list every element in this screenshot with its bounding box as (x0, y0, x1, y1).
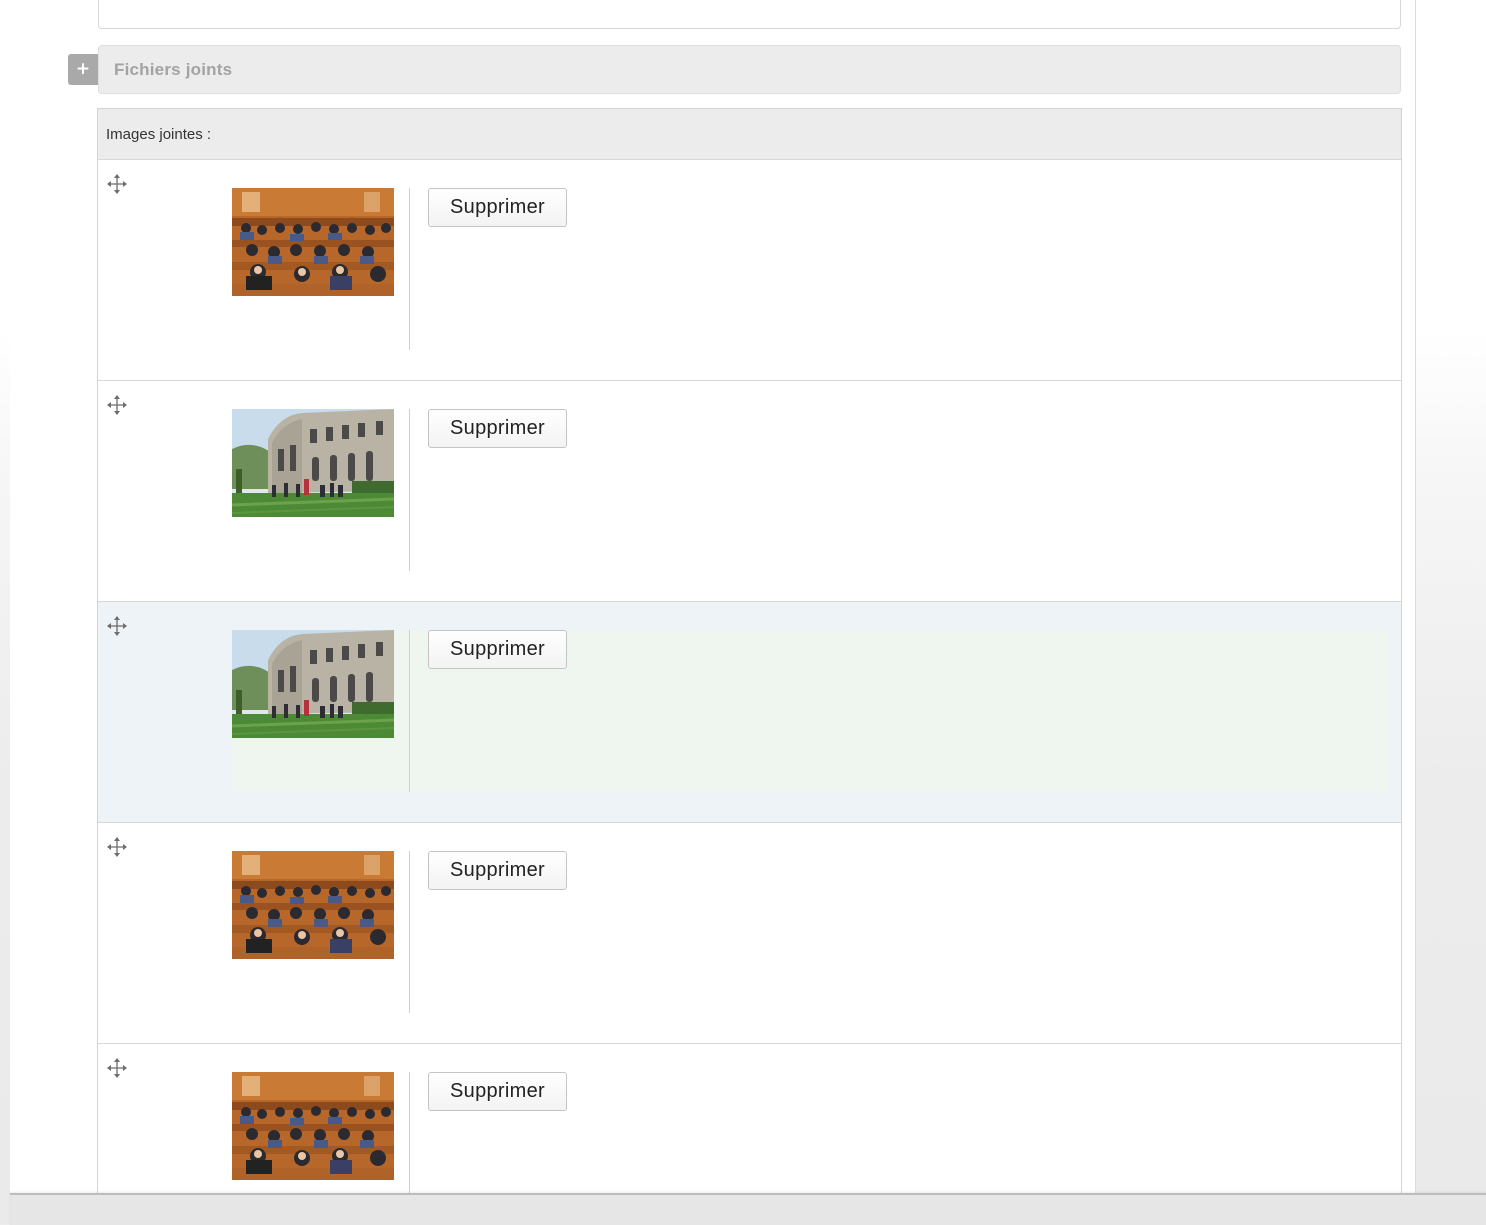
move-arrows-icon[interactable] (107, 616, 127, 636)
move-arrows-icon[interactable] (107, 837, 127, 857)
attached-image-row: Supprimer (98, 823, 1401, 1044)
attached-image-row: Supprimer (98, 160, 1401, 381)
attached-image-row: Supprimer (98, 602, 1401, 823)
column-divider (409, 851, 410, 1013)
lecture-hall-audience-photo[interactable] (232, 851, 394, 959)
attachments-fieldset-title[interactable]: Fichiers joints (114, 60, 232, 80)
delete-image-button[interactable]: Supprimer (428, 409, 567, 448)
move-arrows-icon[interactable] (107, 174, 127, 194)
column-divider (409, 188, 410, 350)
lecture-hall-audience-photo[interactable] (232, 188, 394, 296)
previous-fieldset-bottom (98, 0, 1401, 29)
row-drop-highlight (232, 631, 1390, 792)
attached-images-panel: Images jointes : Supprimer Supprimer Sup… (97, 108, 1402, 1225)
delete-image-button[interactable]: Supprimer (428, 188, 567, 227)
move-arrows-icon[interactable] (107, 395, 127, 415)
column-divider (409, 409, 410, 571)
delete-image-button[interactable]: Supprimer (428, 630, 567, 669)
building-exterior-lawn-photo[interactable] (232, 630, 394, 738)
delete-image-button[interactable]: Supprimer (428, 1072, 567, 1111)
lecture-hall-audience-photo[interactable] (232, 1072, 394, 1180)
delete-image-button[interactable]: Supprimer (428, 851, 567, 890)
expand-toggle-icon[interactable]: + (68, 54, 98, 85)
column-divider (409, 630, 410, 792)
building-exterior-lawn-photo[interactable] (232, 409, 394, 517)
bottom-toolbar (10, 1193, 1486, 1225)
move-arrows-icon[interactable] (107, 1058, 127, 1078)
attached-images-header: Images jointes : (98, 109, 1401, 160)
attached-image-row: Supprimer (98, 381, 1401, 602)
attachments-fieldset-header[interactable] (98, 45, 1401, 94)
